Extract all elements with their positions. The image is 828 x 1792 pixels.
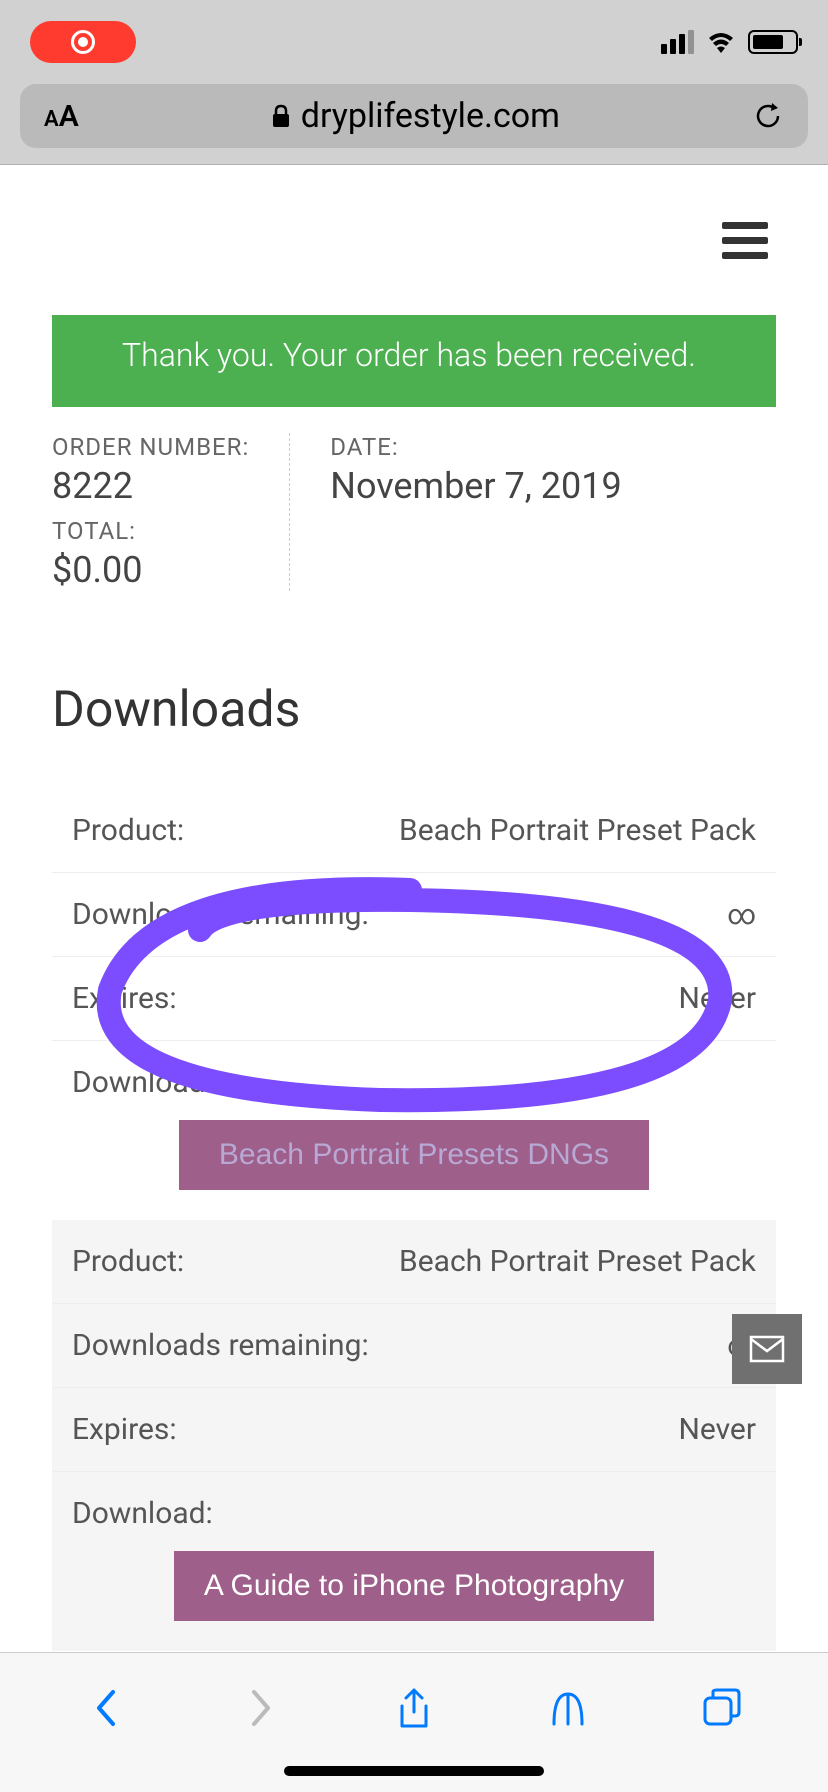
home-indicator[interactable] [284,1766,544,1776]
bookmarks-button[interactable] [546,1686,590,1730]
tabs-button[interactable] [699,1686,743,1730]
hamburger-menu-button[interactable] [722,222,768,259]
expires-value: Never [678,1412,756,1447]
table-row: Product: Beach Portrait Preset Pack [52,789,776,873]
table-row: Expires: Never [52,957,776,1041]
url-text: dryplifestyle.com [301,96,560,136]
url-section[interactable]: dryplifestyle.com [95,96,736,136]
back-button[interactable] [85,1686,129,1730]
date-label: DATE: [330,433,621,461]
page-header [0,165,828,315]
remaining-label: Downloads remaining: [72,897,369,932]
download-button[interactable]: Beach Portrait Presets DNGs [179,1120,649,1190]
product-label: Product: [72,1244,184,1279]
total-value: $0.00 [52,549,249,591]
download-label: Download: [72,1065,213,1100]
remaining-label: Downloads remaining: [72,1328,369,1363]
status-bar [0,0,828,84]
email-float-button[interactable] [732,1314,802,1384]
table-row: Download: A Guide to iPhone Photography [52,1472,776,1651]
table-row: Downloads remaining: ∞ [52,873,776,957]
downloads-heading: Downloads [52,681,776,739]
order-number-label: ORDER NUMBER: [52,433,249,461]
share-button[interactable] [392,1686,436,1730]
product-value: Beach Portrait Preset Pack [399,813,756,848]
table-row: Product: Beach Portrait Preset Pack [52,1220,776,1304]
wifi-icon [706,31,736,53]
product-value: Beach Portrait Preset Pack [399,1244,756,1279]
expires-label: Expires: [72,1412,177,1447]
expires-label: Expires: [72,981,177,1016]
status-icons [661,30,798,54]
table-row: Downloads remaining: ∞ [52,1304,776,1388]
downloads-table: Product: Beach Portrait Preset Pack Down… [52,789,776,1651]
address-bar-container: AA dryplifestyle.com [0,84,828,165]
total-label: TOTAL: [52,517,249,545]
record-icon [71,30,95,54]
table-row: Download: Beach Portrait Presets DNGs [52,1041,776,1220]
page-content: Thank you. Your order has been received.… [0,315,828,1651]
product-label: Product: [72,813,184,848]
refresh-icon[interactable] [752,100,784,132]
lock-icon [271,104,291,128]
order-info: ORDER NUMBER: 8222 TOTAL: $0.00 DATE: No… [52,433,776,591]
cellular-signal-icon [661,30,694,54]
download-button[interactable]: A Guide to iPhone Photography [174,1551,654,1621]
forward-button[interactable] [238,1686,282,1730]
battery-icon [748,30,798,54]
download-label: Download: [72,1496,213,1531]
remaining-value: ∞ [727,898,756,931]
mail-icon [749,1335,785,1363]
date-value: November 7, 2019 [330,465,621,507]
screen-record-indicator[interactable] [30,21,136,63]
browser-toolbar [0,1652,828,1792]
success-banner: Thank you. Your order has been received. [52,315,776,407]
expires-value: Never [678,981,756,1016]
order-number-value: 8222 [52,465,249,507]
address-bar[interactable]: AA dryplifestyle.com [20,84,808,148]
reader-mode-button[interactable]: AA [44,99,79,134]
table-row: Expires: Never [52,1388,776,1472]
